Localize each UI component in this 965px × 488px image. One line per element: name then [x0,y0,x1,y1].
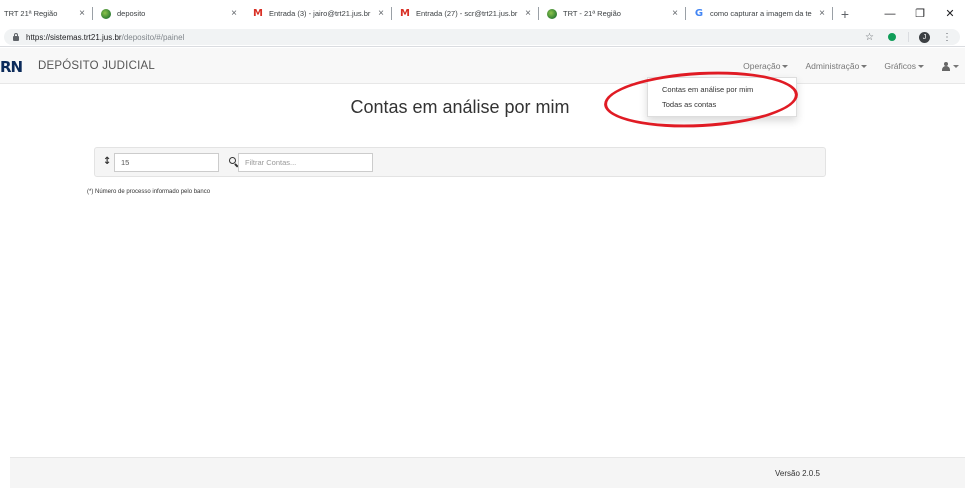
gmail-icon: M [400,8,410,19]
close-window-icon[interactable]: ✕ [935,7,965,20]
address-bar: https://sistemas.trt21.jus.br/deposito/#… [0,27,965,47]
new-tab-button[interactable]: + [833,0,857,27]
tab-title: TRT 21ª Região [4,9,58,18]
omnibox[interactable]: https://sistemas.trt21.jus.br/deposito/#… [4,29,960,45]
app-navbar: RN DEPÓSITO JUDICIAL Operação Administra… [0,48,965,84]
filter-toolbar: ↕ [94,147,826,177]
url-text[interactable]: https://sistemas.trt21.jus.br/deposito/#… [26,33,184,42]
browser-tab[interactable]: TRT 21ª Região × [0,0,93,27]
filter-accounts-input[interactable] [238,153,373,172]
profile-avatar[interactable]: J [919,31,930,43]
restore-icon[interactable]: ❐ [905,7,935,20]
window-controls: — ❐ ✕ [875,0,965,27]
extension-icon[interactable] [888,33,896,41]
page-footer: Versão 2.0.5 [10,457,965,488]
lock-icon[interactable] [12,33,20,41]
caret-down-icon [861,64,868,68]
green-seal-icon [547,8,557,19]
tab-close-icon[interactable]: × [819,8,825,19]
tab-close-icon[interactable]: × [378,8,384,19]
user-icon [941,61,951,71]
footnote: (*) Número de processo informado pelo ba… [87,189,211,195]
green-seal-icon [101,8,111,19]
browser-tabstrip: TRT 21ª Região × deposito × M Entrada (3… [0,0,965,27]
browser-menu-icon[interactable]: ⋮ [942,32,952,43]
tab-close-icon[interactable]: × [672,8,678,19]
nav-item-operacao[interactable]: Operação [743,61,789,71]
browser-tab[interactable]: G como capturar a imagem da te × [686,0,833,27]
nav-item-label: Administração [805,61,860,71]
tab-close-icon[interactable]: × [79,8,85,19]
tab-close-icon[interactable]: × [525,8,531,19]
tab-close-icon[interactable]: × [231,8,237,19]
page-size-input[interactable] [114,153,219,172]
browser-tab[interactable]: M Entrada (3) - jairo@trt21.jus.br × [245,0,392,27]
browser-tab[interactable]: M Entrada (27) - scr@trt21.jus.br × [392,0,539,27]
google-icon: G [694,8,704,19]
caret-down-icon [953,64,959,68]
tab-title: como capturar a imagem da te [710,9,812,18]
omnibox-actions: ☆ J ⋮ [865,29,960,45]
caret-down-icon [918,64,924,68]
sort-icon[interactable]: ↕ [103,156,111,167]
brand-logo[interactable]: RN [0,58,23,76]
nav-item-graficos[interactable]: Gráficos [884,61,924,71]
nav-item-administracao[interactable]: Administração [805,61,868,71]
minimize-icon[interactable]: — [875,8,905,20]
nav-item-label: Gráficos [884,61,916,71]
nav-item-user[interactable] [941,61,959,71]
version-label: Versão 2.0.5 [775,469,820,478]
brand-name[interactable]: DEPÓSITO JUDICIAL [38,60,155,72]
browser-tab[interactable]: TRT - 21ª Região × [539,0,686,27]
nav-item-label: Operação [743,61,781,71]
tab-title: deposito [117,9,146,18]
browser-tab-active[interactable]: deposito × [93,0,245,27]
tab-title: Entrada (3) - jairo@trt21.jus.br [269,9,371,18]
tab-title: TRT - 21ª Região [563,9,621,18]
gmail-icon: M [253,8,263,19]
toolbar-divider [908,32,909,42]
url-host: https://sistemas.trt21.jus.br [26,32,122,42]
tab-title: Entrada (27) - scr@trt21.jus.br [416,9,518,18]
menu-item-contas-em-analise[interactable]: Contas em análise por mim [648,82,796,97]
bookmark-star-icon[interactable]: ☆ [865,32,874,43]
page-title: Contas em análise por mim [350,97,570,117]
url-path: /deposito/#/painel [121,32,185,42]
caret-down-icon [782,64,789,68]
